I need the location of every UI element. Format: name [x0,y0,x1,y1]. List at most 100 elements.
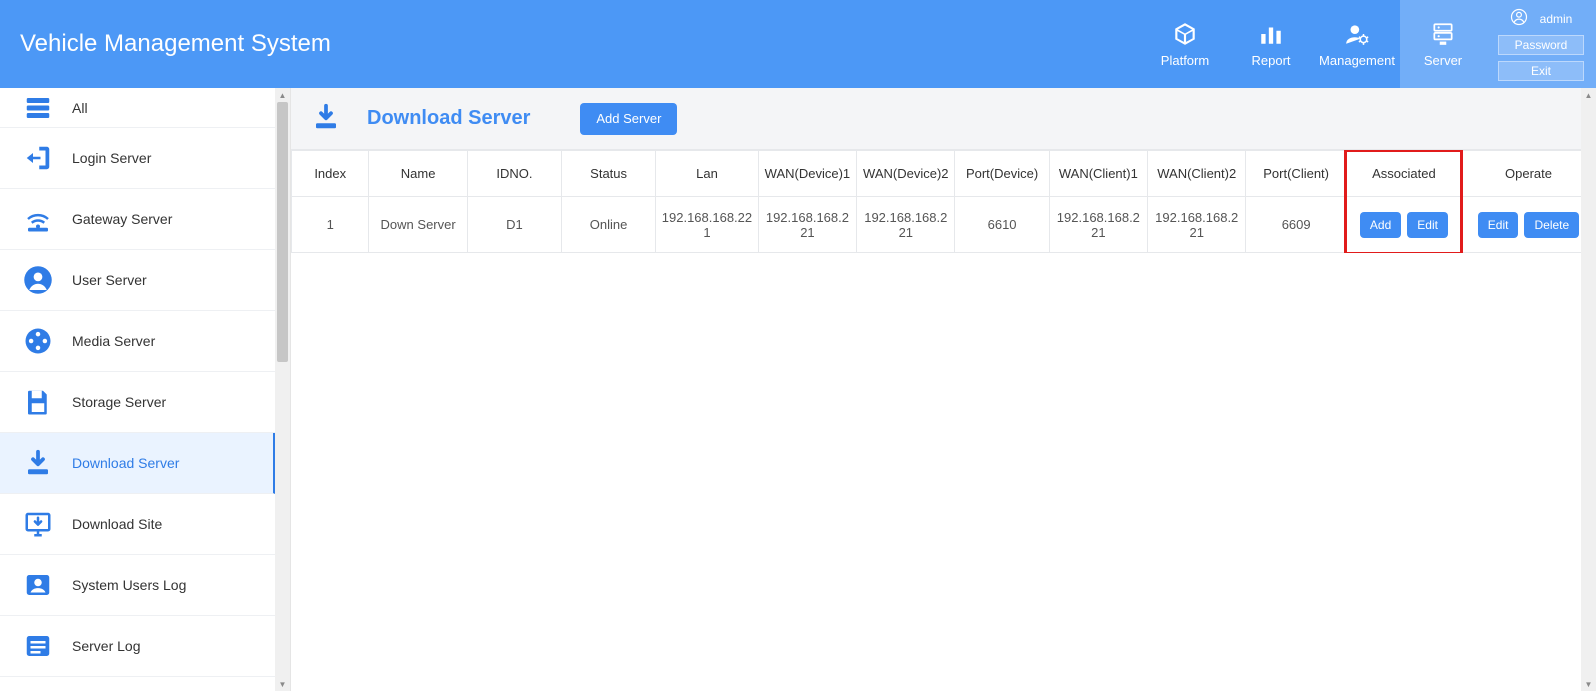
th-port-dev: Port(Device) [955,151,1049,197]
user-card-icon [22,569,54,601]
app-header: Vehicle Management System Platform Repor… [0,0,1596,88]
sidebar-item-media[interactable]: Media Server [0,311,275,372]
th-lan: Lan [656,151,759,197]
sidebar-item-storage[interactable]: Storage Server [0,372,275,433]
save-icon [22,386,54,418]
sidebar-item-label: Gateway Server [72,211,172,227]
sidebar-wrap: All Login Server Gateway Server User Ser… [0,88,291,691]
film-reel-icon [22,325,54,357]
app-title: Vehicle Management System [0,0,331,88]
add-server-button[interactable]: Add Server [580,103,677,135]
monitor-download-icon [22,508,54,540]
page-toolbar: Download Server Add Server [291,88,1596,150]
cell-index: 1 [292,197,369,253]
server-table: Index Name IDNO. Status Lan WAN(Device)1… [291,150,1596,253]
header-spacer [331,0,1142,88]
sidebar-scrollbar[interactable]: ▲ ▼ [275,88,290,691]
page-title: Download Server [367,107,530,130]
cell-associated: Add Edit [1346,197,1461,253]
th-operate: Operate [1461,151,1595,197]
sidebar-item-label: Media Server [72,333,155,349]
cell-wan-cli1: 192.168.168.221 [1049,197,1147,253]
sidebar-item-syslog[interactable]: System Users Log [0,555,275,616]
stack-icon [22,92,54,124]
nav-report[interactable]: Report [1228,0,1314,88]
cell-port-dev: 6610 [955,197,1049,253]
sidebar-item-all[interactable]: All [0,88,275,128]
sidebar-item-label: System Users Log [72,577,186,593]
log-lines-icon [22,630,54,662]
th-port-cli: Port(Client) [1246,151,1346,197]
app-body: All Login Server Gateway Server User Ser… [0,88,1596,691]
nav-server[interactable]: Server [1400,0,1486,88]
sidebar-item-label: Login Server [72,150,151,166]
cell-lan: 192.168.168.221 [656,197,759,253]
user-circle-icon [22,264,54,296]
scroll-down-icon[interactable]: ▼ [275,677,290,691]
nav-platform[interactable]: Platform [1142,0,1228,88]
cell-wan-cli2: 192.168.168.221 [1148,197,1246,253]
account-panel: admin Password Exit [1486,0,1596,88]
nav-label: Server [1424,53,1462,68]
server-icon [1430,21,1456,47]
cell-operate: Edit Delete [1461,197,1595,253]
scroll-up-icon[interactable]: ▲ [275,88,290,102]
th-wan-cli2: WAN(Client)2 [1148,151,1246,197]
account-username: admin [1540,12,1573,26]
th-idno: IDNO. [467,151,561,197]
cell-name: Down Server [369,197,467,253]
scroll-down-icon[interactable]: ▼ [1581,677,1596,691]
sidebar-item-gateway[interactable]: Gateway Server [0,189,275,250]
sidebar-item-login[interactable]: Login Server [0,128,275,189]
bar-chart-icon [1258,21,1284,47]
download-icon [22,447,54,479]
th-associated: Associated [1346,151,1461,197]
operate-delete-button[interactable]: Delete [1524,212,1579,238]
nav-management[interactable]: Management [1314,0,1400,88]
cell-port-cli: 6609 [1246,197,1346,253]
cube-icon [1172,21,1198,47]
sidebar-item-user[interactable]: User Server [0,250,275,311]
password-button[interactable]: Password [1498,35,1584,55]
sidebar-item-label: Server Log [72,638,140,654]
main-scrollbar[interactable]: ▲ ▼ [1581,88,1596,691]
cell-idno: D1 [467,197,561,253]
sidebar-item-download-site[interactable]: Download Site [0,494,275,555]
scroll-up-icon[interactable]: ▲ [1581,88,1596,102]
table-row: 1 Down Server D1 Online 192.168.168.221 … [292,197,1596,253]
table-wrap: Index Name IDNO. Status Lan WAN(Device)1… [291,150,1596,253]
th-wan-dev2: WAN(Device)2 [857,151,955,197]
main-content: Download Server Add Server [291,88,1596,691]
sidebar-item-label: Download Server [72,455,179,471]
account-user: admin [1510,8,1573,29]
nav-label: Platform [1161,53,1209,68]
top-nav: Platform Report Management Server [1142,0,1486,88]
operate-edit-button[interactable]: Edit [1478,212,1519,238]
th-wan-cli1: WAN(Client)1 [1049,151,1147,197]
sidebar: All Login Server Gateway Server User Ser… [0,88,275,691]
th-wan-dev1: WAN(Device)1 [758,151,856,197]
assoc-edit-button[interactable]: Edit [1407,212,1448,238]
nav-label: Report [1251,53,1290,68]
th-name: Name [369,151,467,197]
user-gear-icon [1344,21,1370,47]
sidebar-item-download[interactable]: Download Server [0,433,275,494]
login-icon [22,142,54,174]
download-icon [311,102,341,135]
cell-wan-dev2: 192.168.168.221 [857,197,955,253]
scroll-thumb[interactable] [277,102,288,362]
wifi-icon [22,203,54,235]
sidebar-item-label: User Server [72,272,147,288]
exit-button[interactable]: Exit [1498,61,1584,81]
assoc-add-button[interactable]: Add [1360,212,1401,238]
th-status: Status [562,151,656,197]
cell-wan-dev1: 192.168.168.221 [758,197,856,253]
user-avatar-icon [1510,8,1528,29]
sidebar-item-label: Storage Server [72,394,166,410]
sidebar-item-serverlog[interactable]: Server Log [0,616,275,677]
sidebar-item-label: All [72,100,88,116]
th-index: Index [292,151,369,197]
nav-label: Management [1319,53,1395,68]
cell-status: Online [562,197,656,253]
sidebar-item-label: Download Site [72,516,162,532]
